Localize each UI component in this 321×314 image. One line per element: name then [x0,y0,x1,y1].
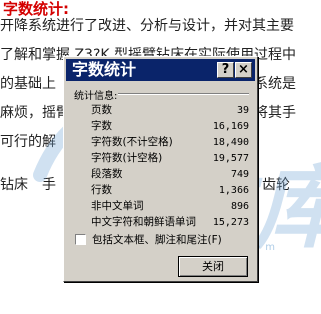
stat-value: 19,577 [212,153,249,164]
stat-value: 39 [236,105,249,116]
statistics-section-label: 统计信息: [74,91,118,102]
section-divider [118,93,249,95]
stat-row-characters-with-spaces: 字符数(计空格) 19,577 [91,151,249,166]
stat-row-paragraphs: 段落数 749 [91,167,249,182]
stat-value: 749 [230,169,249,180]
stat-value: 15,273 [212,217,249,228]
word-count-dialog: 字数统计 ? × 统计信息: 页数 39 字数 16,169 字符数(不计空格)… [63,56,258,282]
stat-label: 字数 [91,120,112,132]
stat-value: 1,366 [218,185,249,196]
dialog-titlebar[interactable]: 字数统计 ? × [66,59,255,81]
document-line: 开降系统进行了改进、分析与设计，并对其主要 [0,18,294,34]
close-button[interactable]: 关闭 [178,256,248,277]
stat-row-chinese-korean-words: 中文字符和朝鲜语单词 15,273 [91,215,249,230]
stat-label: 行数 [91,184,112,196]
document-heading: 字数统计: [3,0,69,18]
stat-row-words: 字数 16,169 [91,119,249,134]
close-icon[interactable]: × [235,62,252,78]
document-line-fragment: 齿轮 [262,177,290,193]
stat-value: 16,169 [212,121,249,132]
stat-row-non-chinese-words: 非中文单词 896 [91,199,249,214]
stat-value: 896 [230,201,249,212]
help-button[interactable]: ? [217,62,234,78]
stat-label: 非中文单词 [91,200,144,212]
document-line: 的基础上 [0,76,56,92]
stat-row-lines: 行数 1,366 [91,183,249,198]
stat-value: 18,490 [212,137,249,148]
checkbox-label[interactable]: 包括文本框、脚注和尾注(F) [92,233,222,247]
stat-label: 中文字符和朝鲜语单词 [91,216,196,228]
stat-label: 段落数 [91,168,123,180]
stat-label: 字符数(计空格) [91,152,163,164]
stat-row-pages: 页数 39 [91,103,249,118]
stat-row-characters-no-spaces: 字符数(不计空格) 18,490 [91,135,249,150]
document-line: 钻床 手 [0,177,56,193]
stat-label: 页数 [91,104,112,116]
include-textboxes-checkbox[interactable] [75,234,86,245]
document-line: 麻烦，摇臂 [0,105,70,121]
dialog-title: 字数统计 [72,60,137,79]
stat-label: 字符数(不计空格) [91,136,173,148]
document-line: 可行的解 [0,134,56,150]
